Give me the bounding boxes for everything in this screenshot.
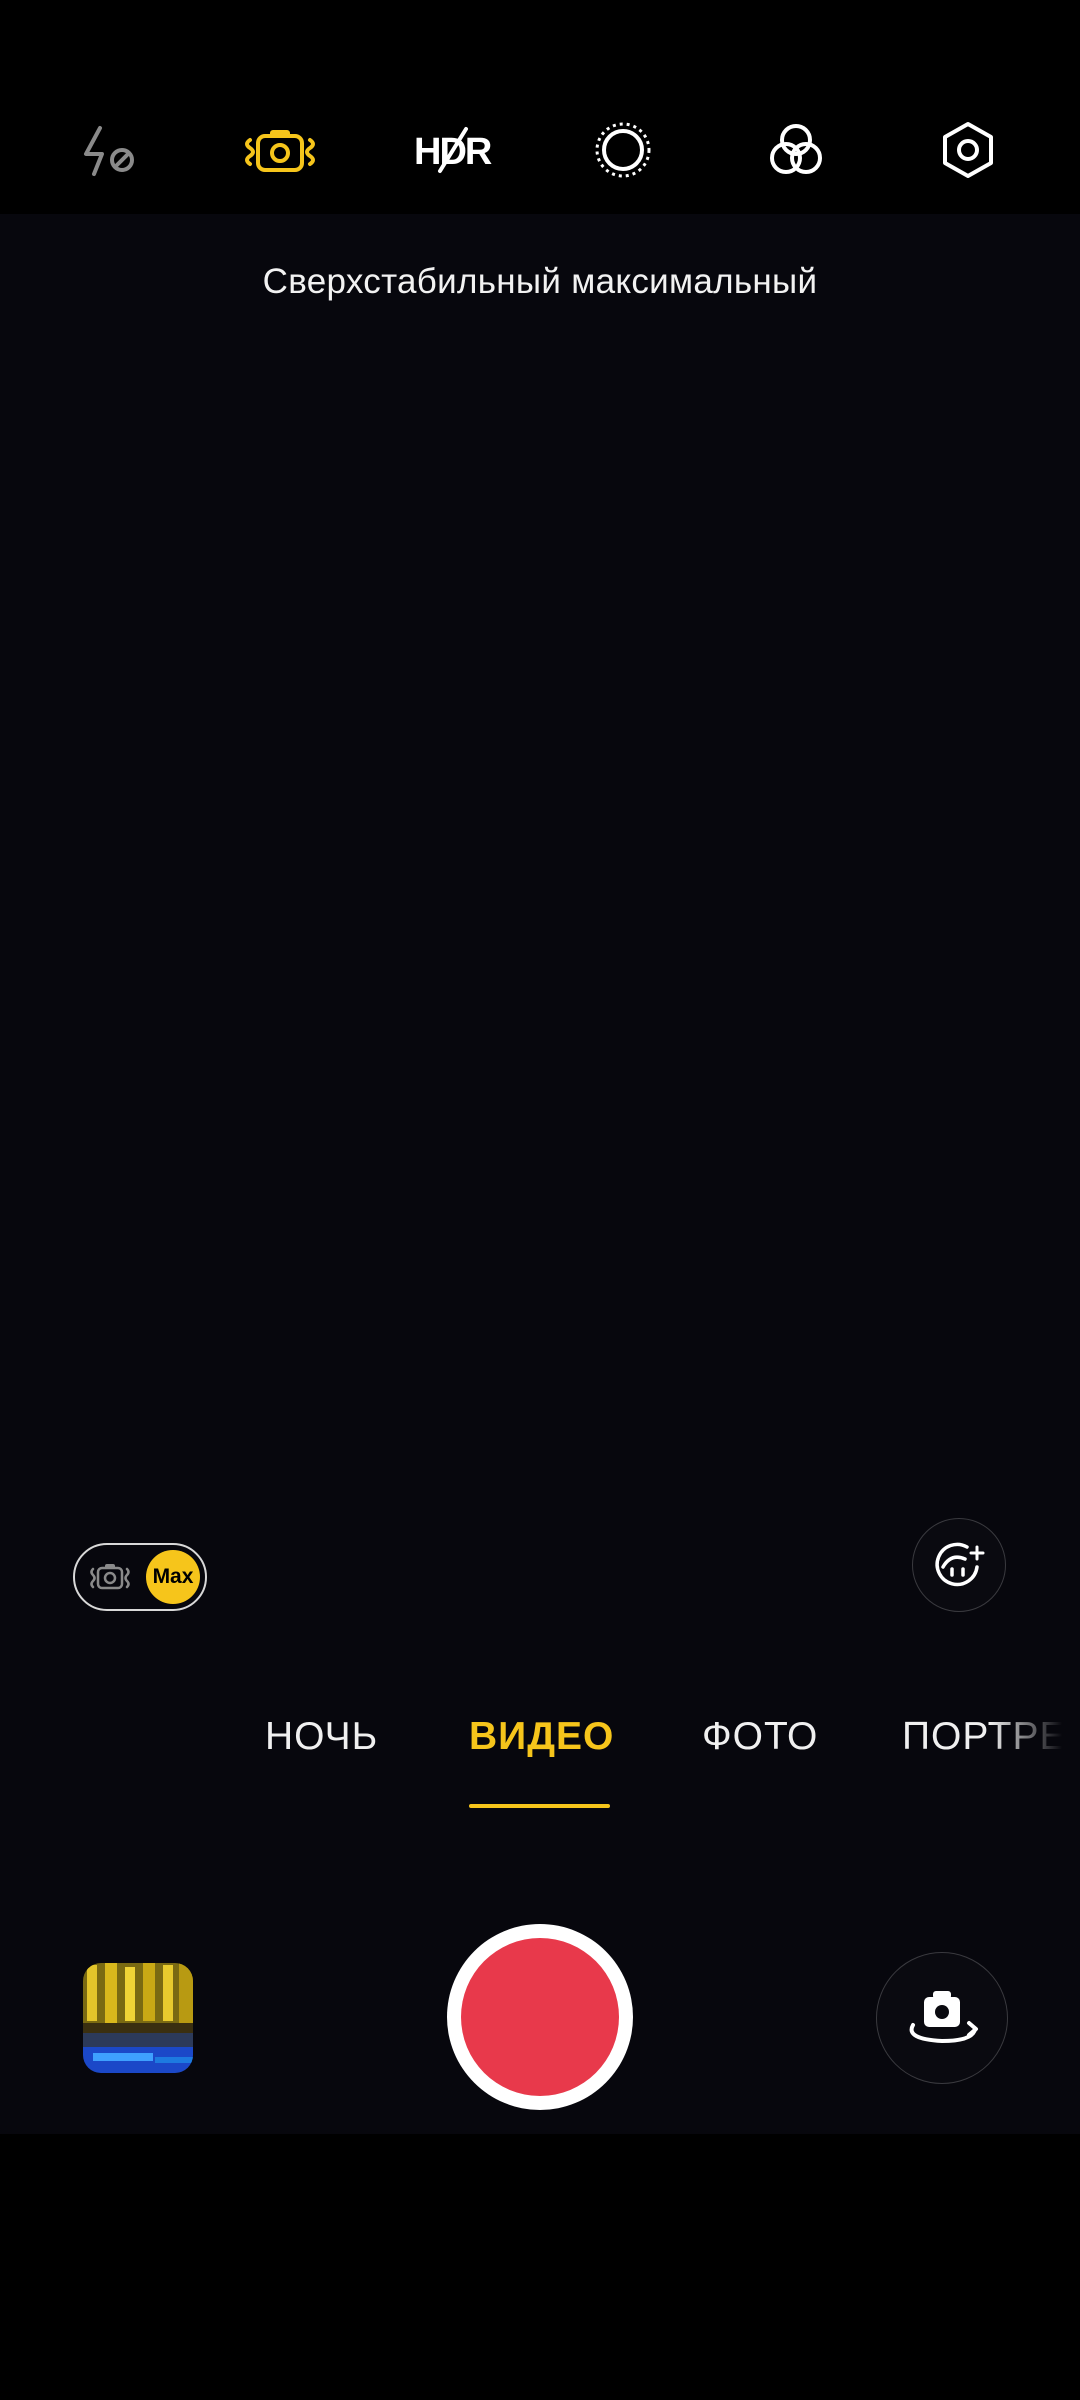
record-button-core: [461, 1938, 619, 2096]
camera-shake-icon: [90, 1564, 130, 1590]
top-toolbar: HDR: [0, 0, 1080, 214]
switch-camera-button[interactable]: [876, 1952, 1008, 2084]
camera-viewfinder[interactable]: [0, 214, 1080, 2134]
mode-photo[interactable]: ФОТО: [702, 1715, 818, 1759]
mode-selected-indicator: [469, 1804, 610, 1808]
face-beauty-icon: [935, 1542, 985, 1587]
record-button[interactable]: [447, 1924, 633, 2110]
settings-icon[interactable]: [923, 110, 1013, 190]
mode-selector: НОЧЬ ВИДЕО ФОТО ПОРТРЕТ: [0, 1715, 1080, 1795]
stabilization-mode-label: Сверхстабильный максимальный: [262, 262, 818, 301]
beauty-mode-button[interactable]: [912, 1518, 1006, 1612]
stabilization-toggle[interactable]: Max: [73, 1543, 207, 1611]
mode-scroll-fade: [990, 1700, 1080, 1800]
mode-video[interactable]: ВИДЕО: [469, 1715, 614, 1759]
color-filter-icon[interactable]: [751, 110, 841, 190]
max-badge: Max: [146, 1550, 200, 1604]
flash-off-icon[interactable]: [62, 110, 152, 190]
camera-flip-icon: [909, 1991, 978, 2044]
mode-night[interactable]: НОЧЬ: [265, 1715, 378, 1759]
gallery-thumbnail[interactable]: [83, 1963, 193, 2073]
filter-ring-icon[interactable]: [578, 110, 668, 190]
stabilization-icon[interactable]: [235, 110, 325, 190]
hdr-off-icon[interactable]: HDR: [407, 110, 497, 190]
